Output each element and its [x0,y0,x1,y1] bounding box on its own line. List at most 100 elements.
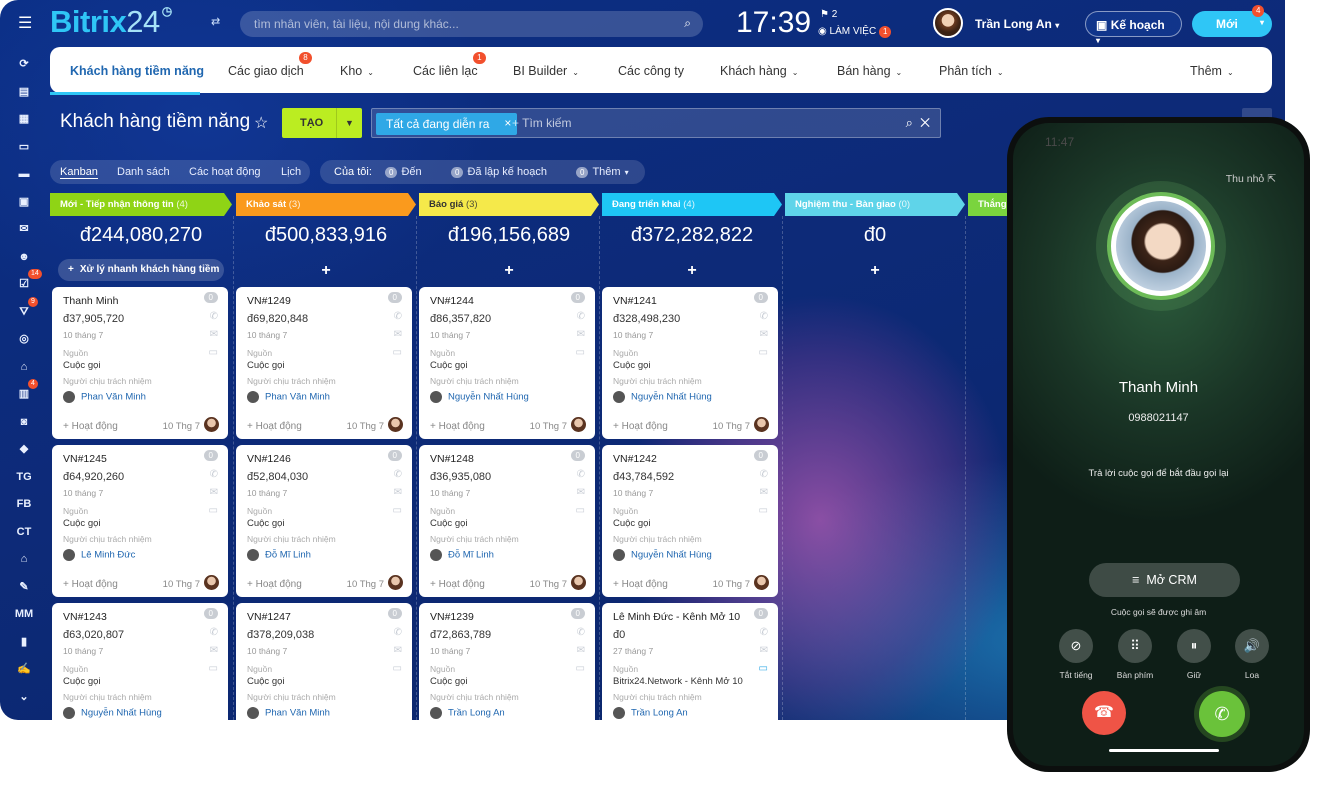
flag-counter[interactable]: ⚑ 2 [820,9,837,20]
deal-card[interactable]: VN#1242 đ43,784,592 10 tháng 7 Nguồn Cuộc gọ… [602,445,778,597]
tab-2[interactable]: Kho ⌄ [340,64,374,78]
speaker-icon[interactable]: 🔊 [1235,629,1269,663]
chat-icon[interactable]: ▭ [759,505,768,516]
filter-search-input[interactable]: + Tìm kiếm [512,116,571,130]
mail-icon[interactable]: ✉ [760,645,768,656]
close-icon[interactable]: ✕ [920,115,930,130]
tab-5[interactable]: Các công ty [618,64,684,78]
mail-icon[interactable]: ✉ [760,329,768,340]
add-activity-link[interactable]: + Hoạt động [63,421,118,432]
call-control-2[interactable]: ⏸ Giữ [1177,629,1211,680]
phone-icon[interactable]: ✆ [394,311,402,322]
responsible-person[interactable]: Đỗ Mĩ Linh [430,549,494,561]
tab-4[interactable]: BI Builder ⌄ [513,64,579,78]
edit-icon[interactable]: ✍ [12,659,36,679]
card-title[interactable]: VN#1244 [430,295,474,307]
deal-card[interactable]: VN#1239 đ72,863,789 10 tháng 7 Nguồn Cuộc gọ… [419,603,595,720]
assignee-avatar[interactable] [571,575,586,590]
sidebar-item-tg[interactable]: TG [12,467,36,487]
card-title[interactable]: Thanh Minh [63,295,118,307]
search-input[interactable]: tìm nhân viên, tài liệu, nội dung khác..… [240,11,703,37]
bank-icon[interactable]: ⌂ [12,549,36,569]
phone-icon[interactable]: ✆ [760,627,768,638]
phone-icon[interactable]: ✆ [577,469,585,480]
deal-card[interactable]: VN#1245 đ64,920,260 10 tháng 7 Nguồn Cuộc gọ… [52,445,228,597]
chat-icon[interactable]: ▭ [576,505,585,516]
add-card-button[interactable]: + [419,262,599,280]
responsible-person[interactable]: Nguyễn Nhất Hùng [613,391,712,403]
logo[interactable]: Bitrix24 ◷ [50,4,172,40]
responsible-person[interactable]: Nguyễn Nhất Hùng [63,707,162,719]
pulse-icon[interactable]: ⟳ [12,54,36,74]
responsible-person[interactable]: Nguyễn Nhất Hùng [430,391,529,403]
mic-off-icon[interactable]: ⊘ [1059,629,1093,663]
quick-add-button[interactable]: + Xử lý nhanh khách hàng tiềm [58,259,224,281]
responsible-person[interactable]: Nguyễn Nhất Hùng [613,549,712,561]
shop-icon[interactable]: ⌂ [12,357,36,377]
assignee-avatar[interactable] [388,575,403,590]
phone-icon[interactable]: ✆ [210,469,218,480]
add-activity-link[interactable]: + Hoạt động [613,421,668,432]
chat-icon[interactable]: ▭ [576,347,585,358]
close-icon[interactable]: × [504,116,511,130]
box-icon[interactable]: ◆ [12,439,36,459]
add-activity-link[interactable]: + Hoạt động [247,579,302,590]
mail-icon[interactable]: ✉ [577,329,585,340]
assignee-avatar[interactable] [754,417,769,432]
my-counter-2[interactable]: 0 Thêm ▾ [576,166,629,178]
mail-icon[interactable]: ✉ [394,487,402,498]
mail-icon[interactable]: ✉ [577,487,585,498]
view-3[interactable]: Lịch [281,166,301,178]
answer-button[interactable]: ✆ [1199,691,1245,737]
assignee-avatar[interactable] [571,417,586,432]
work-status[interactable]: ◉ LÀM VIỆC 1 [818,26,892,38]
docs-icon[interactable]: ▭ [12,137,36,157]
add-activity-link[interactable]: + Hoạt động [247,421,302,432]
open-crm-button[interactable]: ≡ Mở CRM [1089,563,1240,597]
filter-chip[interactable]: Tất cả đang diễn ra × [376,113,518,135]
my-counter-0[interactable]: 0 Đến [385,166,422,178]
mail-icon[interactable]: ✉ [12,219,36,239]
chat-icon[interactable]: ▭ [393,505,402,516]
card-title[interactable]: VN#1248 [430,453,474,465]
responsible-person[interactable]: Phan Văn Minh [63,391,146,403]
card-title[interactable]: VN#1247 [247,611,291,623]
mail-icon[interactable]: ✉ [760,487,768,498]
tab-1[interactable]: Các giao dịch 8 [228,52,312,78]
deal-card[interactable]: VN#1249 đ69,820,848 10 tháng 7 Nguồn Cuộc gọ… [236,287,412,439]
swap-icon[interactable]: ⇄ [211,15,220,28]
mail-icon[interactable]: ✉ [577,645,585,656]
call-control-0[interactable]: ⊘ Tắt tiếng [1059,629,1093,680]
responsible-person[interactable]: Phan Văn Minh [247,391,330,403]
mail-icon[interactable]: ✉ [394,645,402,656]
card-title[interactable]: VN#1246 [247,453,291,465]
target-icon[interactable]: ◎ [12,329,36,349]
responsible-person[interactable]: Trần Long An [430,707,505,719]
add-activity-link[interactable]: + Hoạt động [613,579,668,590]
phone-icon[interactable]: ✆ [577,627,585,638]
phone-icon[interactable]: ✆ [394,469,402,480]
drive-icon[interactable]: ▬ [12,164,36,184]
responsible-person[interactable]: Trần Long An [613,707,688,719]
mail-icon[interactable]: ✉ [210,329,218,340]
chevron-down-icon[interactable]: ▼ [336,108,362,138]
column-header-1[interactable]: Khảo sát (3) [236,193,416,216]
sidebar-item-fb[interactable]: FB [12,494,36,514]
mail-icon[interactable]: ✉ [394,329,402,340]
deal-card[interactable]: VN#1248 đ36,935,080 10 tháng 7 Nguồn Cuộc gọ… [419,445,595,597]
chat-icon[interactable]: ▭ [759,347,768,358]
feed-icon[interactable]: ▤ [12,82,36,102]
assignee-avatar[interactable] [754,575,769,590]
deal-card[interactable]: VN#1241 đ328,498,230 10 tháng 7 Nguồn Cuộc g… [602,287,778,439]
keypad-icon[interactable]: ⠿ [1118,629,1152,663]
my-counter-1[interactable]: 0 Đã lập kế hoạch [451,166,547,178]
plan-button[interactable]: ▣ Kế hoạch ▾ [1085,11,1182,45]
column-header-3[interactable]: Đang triển khai (4) [602,193,782,216]
phone-icon[interactable]: ✆ [210,627,218,638]
tab-9[interactable]: Thêm ⌄ [1190,64,1234,78]
chat-icon[interactable]: ▭ [393,663,402,674]
mail-icon[interactable]: ✉ [210,645,218,656]
minimize-button[interactable]: Thu nhỏ ⇱ [1226,173,1276,185]
column-header-4[interactable]: Nghiệm thu - Bàn giao (0) [785,193,965,216]
call-control-3[interactable]: 🔊 Loa [1235,629,1269,680]
